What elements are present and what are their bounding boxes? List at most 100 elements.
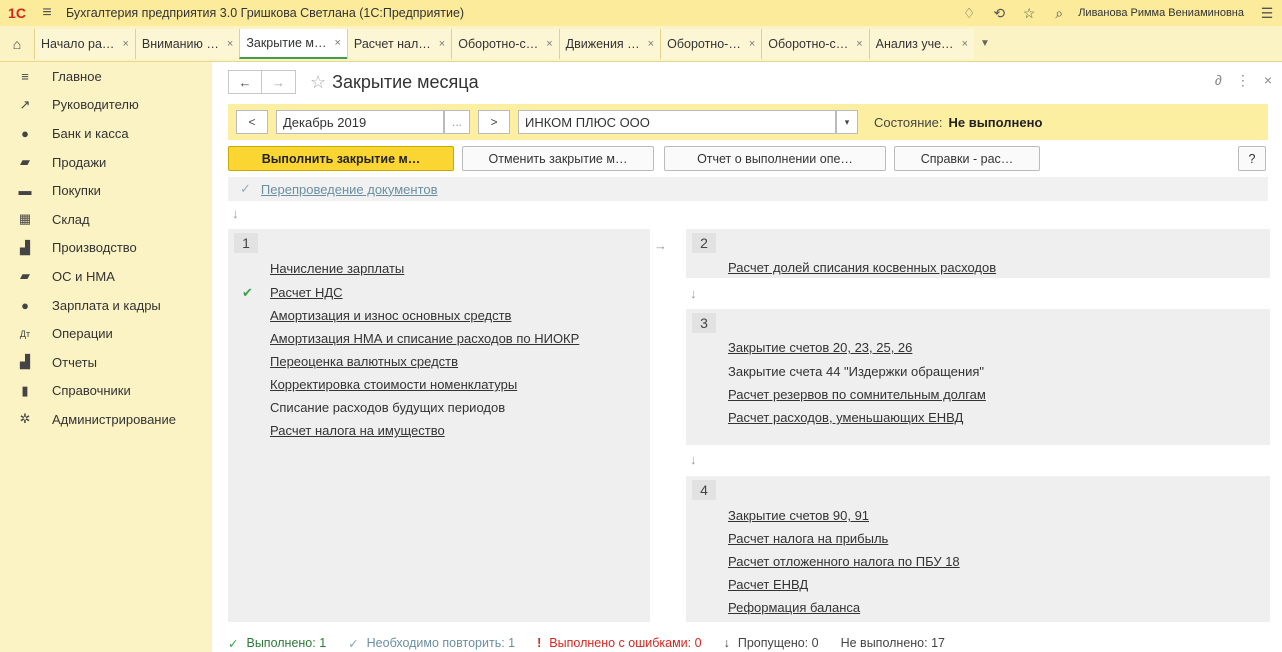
close-icon[interactable]: × [856, 38, 862, 50]
back-button[interactable]: ← [228, 70, 262, 94]
sidebar-item-purchases[interactable]: ▬ Покупки [0, 176, 212, 205]
close-icon[interactable]: × [439, 38, 445, 50]
sidebar-item-manager[interactable]: ↗ Руководителю [0, 91, 212, 120]
truck-icon: ▰ [20, 268, 30, 284]
tab-month-closing[interactable]: Закрытие м… × [239, 28, 347, 59]
tab-movements[interactable]: Движения … × [558, 28, 661, 59]
skipped-label: Пропущено: [737, 636, 809, 650]
sidebar-item-fixed-assets[interactable]: ▰ ОС и НМА [0, 262, 212, 291]
help-button[interactable]: ? [1238, 146, 1266, 171]
certificates-button[interactable]: Справки - рас… [894, 146, 1040, 171]
operation-link[interactable]: Расчет отложенного налога по ПБУ 18 [728, 554, 960, 569]
operation-link[interactable]: Расчет резервов по сомнительным долгам [728, 387, 986, 402]
sidebar-item-label: Продажи [52, 154, 107, 170]
search-icon[interactable]: ⌕ [1044, 5, 1074, 22]
status-summary: ✓ Выполнено: 1 ✓ Необходимо повторить: 1 !… [228, 634, 967, 652]
done-count: 1 [319, 636, 327, 650]
operation-link[interactable]: Амортизация НМА и списание расходов по Н… [270, 331, 579, 346]
operation-link[interactable]: Начисление зарплаты [270, 261, 404, 276]
sidebar-item-label: Справочники [52, 383, 131, 399]
main-menu-icon[interactable]: ≡ [34, 4, 60, 22]
sidebar-item-main[interactable]: ≡ Главное [0, 62, 212, 91]
sidebar-item-salary[interactable]: ● Зарплата и кадры [0, 291, 212, 320]
close-icon[interactable]: × [227, 38, 233, 50]
tab-label: Начало ра… [41, 36, 115, 51]
repeat-count: 1 [508, 636, 516, 650]
tab-attention[interactable]: Вниманию … × [134, 28, 240, 59]
sales-icon: ▰ [20, 154, 30, 170]
close-icon[interactable]: × [749, 38, 755, 50]
tab-start[interactable]: Начало ра… × [34, 28, 135, 59]
close-icon[interactable]: × [334, 37, 340, 49]
tab-turnover-2[interactable]: Оборотно-… × [660, 28, 762, 59]
sidebar-item-sales[interactable]: ▰ Продажи [0, 148, 212, 177]
operation-link[interactable]: Расчет налога на прибыль [728, 531, 888, 546]
forward-button[interactable]: → [262, 70, 296, 94]
check-icon: ✓ [348, 636, 359, 651]
header-tools: ∂ ⋮ × [1215, 72, 1272, 89]
tab-label: Движения … [565, 36, 640, 51]
operation-link[interactable]: Закрытие счетов 90, 91 [728, 508, 869, 523]
organization-dropdown[interactable]: ▾ [836, 110, 858, 134]
close-icon[interactable]: × [546, 38, 552, 50]
operation-link[interactable]: Закрытие счетов 20, 23, 25, 26 [728, 340, 912, 355]
step-number: 3 [692, 313, 716, 333]
close-icon[interactable]: × [648, 38, 654, 50]
repeat-label: Необходимо повторить: [366, 636, 505, 650]
operation-link[interactable]: Амортизация и износ основных средств [270, 308, 511, 323]
person-icon: ● [21, 297, 29, 313]
settings-menu-icon[interactable]: ☰ [1252, 5, 1282, 22]
tab-analysis[interactable]: Анализ уче… × [868, 28, 974, 59]
sidebar-item-catalogs[interactable]: ▮ Справочники [0, 377, 212, 406]
sidebar-item-production[interactable]: ▟ Производство [0, 234, 212, 263]
cancel-closing-button[interactable]: Отменить закрытие м… [462, 146, 654, 171]
operation-link[interactable]: Переоценка валютных средств [270, 354, 458, 369]
user-name[interactable]: Ливанова Римма Вениаминовна [1074, 7, 1252, 19]
organization-field[interactable]: ИНКОМ ПЛЮС ООО [518, 110, 836, 134]
repeat-summary: ✓ Необходимо повторить: 1 [348, 636, 515, 651]
tab-turnover-3[interactable]: Оборотно-с… × [761, 28, 869, 59]
close-icon[interactable]: × [122, 38, 128, 50]
reprocess-documents-link[interactable]: Перепроведение документов [261, 182, 438, 197]
operation-link[interactable]: Расчет ЕНВД [728, 577, 808, 592]
period-field[interactable]: Декабрь 2019 [276, 110, 444, 134]
status-label: Состояние: [874, 114, 943, 130]
execute-closing-button[interactable]: Выполнить закрытие м… [228, 146, 454, 171]
sidebar-item-label: Покупки [52, 183, 101, 199]
error-icon: ! [537, 636, 542, 650]
next-period-button[interactable]: > [478, 110, 510, 134]
period-select-button[interactable]: ... [444, 110, 470, 134]
history-icon[interactable]: ⟲ [984, 5, 1014, 22]
tab-label: Анализ уче… [875, 36, 954, 51]
tab-label: Расчет нал… [353, 36, 431, 51]
close-icon[interactable]: × [962, 38, 968, 50]
operation-link[interactable]: Корректировка стоимости номенклатуры [270, 377, 517, 392]
operation-link[interactable]: Реформация баланса [728, 600, 860, 615]
execution-report-button[interactable]: Отчет о выполнении опе… [664, 146, 886, 171]
sidebar-item-bank[interactable]: ● Банк и касса [0, 119, 212, 148]
close-icon[interactable]: × [1264, 72, 1272, 89]
step-number: 2 [692, 233, 716, 253]
star-icon[interactable]: ☆ [310, 72, 326, 93]
sidebar-item-admin[interactable]: ✲ Администрирование [0, 405, 212, 434]
sidebar-item-operations[interactable]: Дт Операции [0, 319, 212, 348]
favorites-icon[interactable]: ☆ [1014, 5, 1044, 22]
operation-link[interactable]: ✔ Расчет НДС [242, 285, 343, 300]
tab-turnover-1[interactable]: Оборотно-с… × [451, 28, 559, 59]
step-block-3: 3 Закрытие счетов 20, 23, 25, 26 Закрыти… [686, 309, 1270, 445]
more-icon[interactable]: ⋮ [1236, 72, 1250, 89]
prev-period-button[interactable]: < [236, 110, 268, 134]
chevron-down-icon[interactable]: ▼ [974, 38, 996, 49]
sidebar-item-warehouse[interactable]: ▦ Склад [0, 205, 212, 234]
link-icon[interactable]: ∂ [1215, 72, 1222, 89]
sidebar-item-reports[interactable]: ▟ Отчеты [0, 348, 212, 377]
home-icon[interactable]: ⌂ [0, 26, 34, 62]
warehouse-icon: ▦ [18, 211, 32, 227]
gear-icon: ✲ [19, 411, 31, 427]
tab-tax-calc[interactable]: Расчет нал… × [346, 28, 452, 59]
operation-link[interactable]: Расчет налога на имущество [270, 423, 445, 438]
tab-label: Оборотно-… [667, 36, 741, 51]
bell-icon[interactable]: ♢ [954, 5, 984, 22]
operation-link[interactable]: Расчет расходов, уменьшающих ЕНВД [728, 410, 963, 425]
operation-link[interactable]: Расчет долей списания косвенных расходов [728, 260, 996, 275]
